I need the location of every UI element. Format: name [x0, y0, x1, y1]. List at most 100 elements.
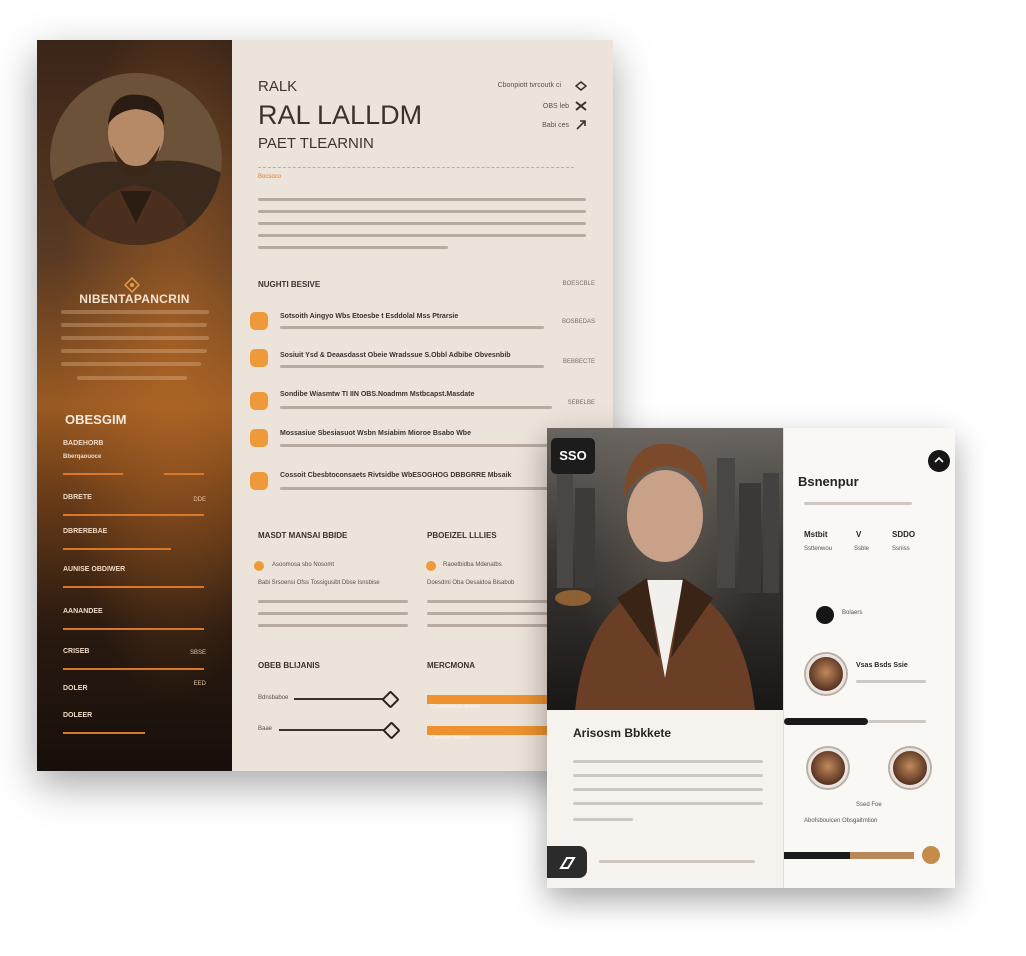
friends-label: Ssed Foe — [856, 802, 882, 808]
skill-label: AANANDEE — [63, 608, 103, 615]
progress-track — [868, 720, 926, 723]
section-title: MERCMONA — [427, 661, 475, 670]
text-line — [258, 624, 408, 627]
skill-bar — [63, 732, 145, 734]
stat-label: SDDO — [892, 530, 916, 539]
text-line — [258, 222, 586, 225]
avatar[interactable] — [890, 748, 930, 788]
bio-line — [61, 310, 209, 314]
skill-label: DBREREBAE — [63, 528, 108, 535]
text-line — [280, 326, 544, 329]
share-icon[interactable] — [575, 81, 587, 91]
panel-title: Bsnenpur — [798, 474, 859, 489]
x-icon[interactable] — [575, 101, 587, 111]
bio-line — [61, 323, 207, 327]
text-line — [280, 365, 544, 368]
resume-sidebar: NIBENTAPANCRIN OBESGIM BADEHORB Bberqaou… — [37, 40, 232, 771]
text-line — [258, 600, 408, 603]
text-line — [573, 802, 763, 805]
stat-value: Ssble — [854, 546, 870, 552]
pen-icon — [559, 857, 576, 869]
skill-label: CRISEB — [63, 648, 90, 655]
section-item: Asoomosa sbo Nosomt — [272, 562, 335, 568]
experience-title: NUGHTI BESIVE — [258, 280, 321, 289]
level-track — [294, 698, 384, 700]
divider — [258, 167, 574, 168]
text-line — [573, 788, 763, 791]
text-line — [573, 818, 633, 821]
bio-line — [61, 362, 201, 366]
experience-icon — [250, 312, 268, 330]
resume-page: NIBENTAPANCRIN OBESGIM BADEHORB Bberqaou… — [37, 40, 613, 771]
experience-date: BEBBECTE — [562, 359, 595, 365]
stat-value: Ssttenwou — [804, 546, 833, 552]
avatar[interactable] — [806, 654, 846, 694]
text-line — [804, 502, 912, 505]
section-title: MASDT MANSAI BBIDE — [258, 531, 348, 540]
level-handle[interactable] — [382, 721, 401, 740]
avatar[interactable] — [808, 748, 848, 788]
text-line — [280, 444, 550, 447]
sidebar-title: NIBENTAPANCRIN — [79, 292, 190, 306]
experience-date: SEBELBE — [567, 400, 595, 406]
level-label: Bdnsbaboe — [258, 695, 289, 701]
text-line — [280, 487, 550, 490]
skill-label: DOLEER — [63, 712, 93, 719]
text-line — [427, 612, 557, 615]
progress-bar — [850, 852, 914, 859]
skill-bar — [63, 548, 171, 550]
skill-bar — [63, 514, 204, 516]
skill-value: EED — [193, 681, 206, 687]
skill-label: BADEHORB — [63, 440, 104, 447]
contact-text: Babi ces — [542, 122, 569, 129]
candidate-name: RAL LALLDM — [258, 100, 423, 130]
card-side-panel: Bsnenpur Mstbit Ssttenwou V Ssble SDDO S… — [783, 428, 955, 888]
skill-sub: Bberqaouoce — [63, 454, 102, 460]
text-line — [280, 406, 552, 409]
bio-line — [61, 349, 207, 353]
contact-text: OBS leb — [542, 103, 569, 110]
text-line — [258, 198, 586, 201]
level-handle[interactable] — [381, 690, 400, 709]
text-line — [258, 246, 448, 249]
follow-icon[interactable] — [816, 606, 834, 624]
bio-line — [61, 336, 209, 340]
text-line — [573, 760, 763, 763]
card-name: Arisosm Bbkkete — [573, 726, 672, 740]
follow-label: Bolaers — [842, 610, 863, 616]
skill-bar — [164, 473, 204, 475]
link-icon[interactable] — [575, 120, 587, 130]
bullet-icon — [426, 561, 436, 571]
stat-label: V — [856, 530, 862, 539]
skill-bar — [63, 586, 204, 588]
skill-value: DDE — [193, 497, 206, 503]
experience-item-title: Sotsoith Aingyo Wbs Etoesbe t Esddolal M… — [280, 313, 459, 320]
experience-item-title: Sondibe Wiasmtw TI IIN OBS.Noadmm Mstbca… — [280, 391, 475, 398]
profile-label: Bocsoco — [258, 174, 282, 180]
section-sub: Babi Srsoensi Ofss Tossigusibt Dbse Isns… — [258, 580, 380, 586]
skill-bar — [63, 628, 204, 630]
experience-tag: BOESCBLE — [562, 281, 595, 287]
progress-bar — [784, 718, 868, 725]
section-title: PBOEIZEL LLLIES — [427, 531, 497, 540]
skill-label: AUNISE OBDIWER — [63, 566, 126, 573]
menu-button[interactable] — [928, 450, 950, 472]
skill-label: DBRETE — [63, 494, 92, 501]
text-line — [427, 624, 557, 627]
experience-icon — [250, 472, 268, 490]
experience-icon — [250, 349, 268, 367]
brand-badge: SSO — [551, 438, 595, 474]
contact-text: Cbonpiott tvrcoutk ci — [497, 82, 561, 89]
mercer-tag-label: Cosmtiabosab dossbe — [431, 704, 481, 710]
bio-line — [77, 376, 187, 380]
sidebar-section-title: OBESGIM — [65, 412, 127, 427]
profile-photo — [50, 73, 222, 245]
section-item: Raoetbidba Mdenatbs — [443, 562, 502, 568]
stat-value: Ssniss — [892, 546, 910, 552]
slider-knob[interactable] — [922, 846, 940, 864]
text-line — [856, 680, 926, 683]
text-line — [258, 210, 586, 213]
stat-label: Mstbit — [804, 530, 828, 539]
action-button[interactable] — [547, 846, 587, 878]
mercer-tag-label: Cosmaits Btaiees — [431, 735, 470, 741]
